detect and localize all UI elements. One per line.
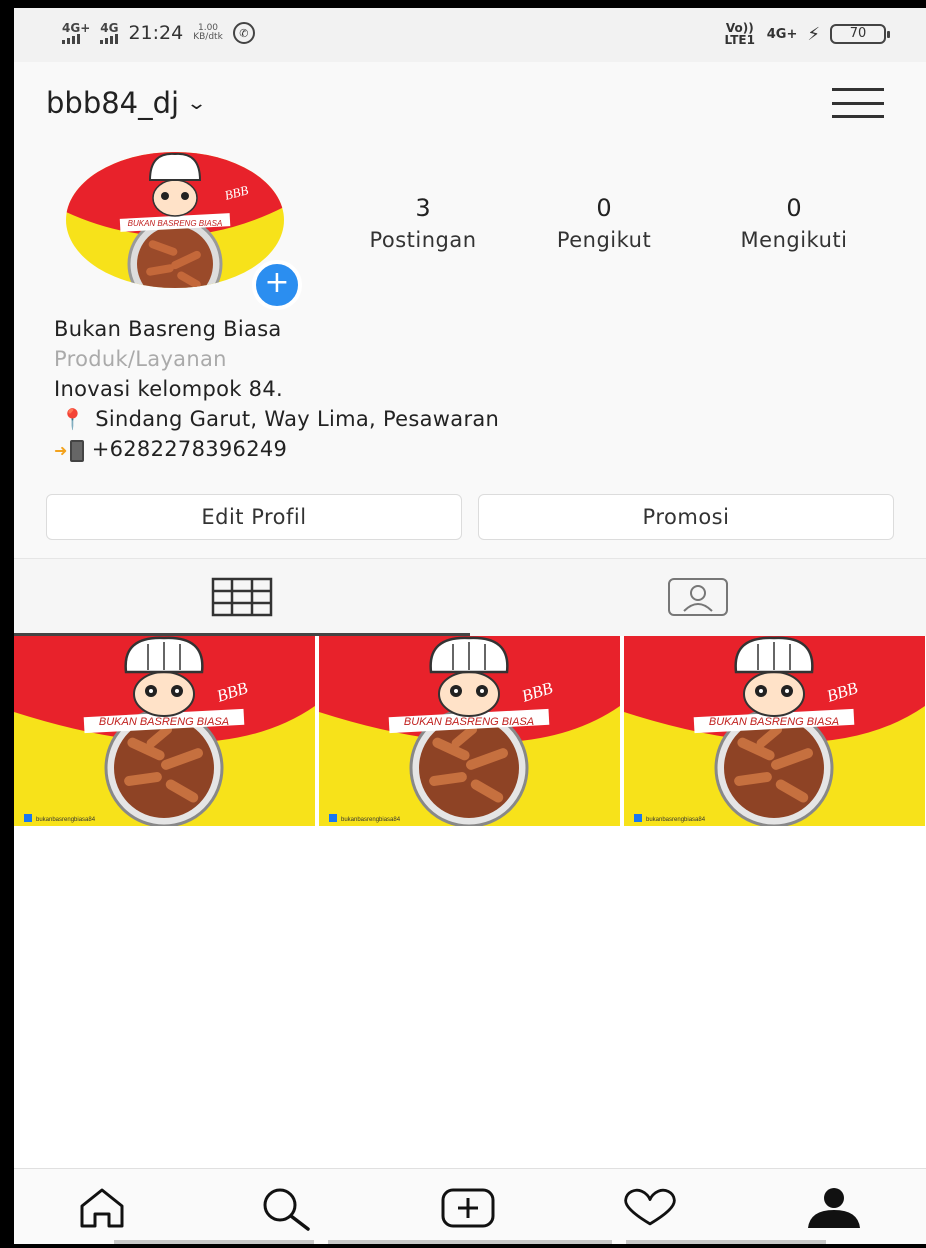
phone-icon: ➜	[54, 436, 84, 466]
post-handle: bukanbasrengbiasa84	[341, 817, 401, 823]
phone-screen: 4G+ 4G 21:24 1.00 KB/dtk ✆ Vo)) LTE1 4G+…	[14, 8, 926, 1244]
net-speed: 1.00 KB/dtk	[193, 24, 223, 42]
profile-name: Bukan Basreng Biasa	[54, 317, 282, 341]
post-image: BUKAN BASRENG BIASA BBB bukanbasrengbias…	[624, 636, 925, 826]
status-right: Vo)) LTE1 4G+ ⚡ 70	[723, 21, 890, 47]
nav-home[interactable]	[74, 1183, 130, 1233]
nav-search[interactable]	[258, 1183, 314, 1233]
post-handle: bukanbasrengbiasa84	[36, 817, 96, 823]
bio-location-line: 📍 Sindang Garut, Way Lima, Pesawaran	[54, 404, 499, 434]
clock: 21:24	[128, 22, 184, 44]
profile-section: BUKAN BASRENG BIASA BBB + 3 Postingan 0 …	[14, 148, 926, 558]
avatar-banner-text: BUKAN BASRENG BIASA	[128, 219, 223, 228]
profile-icon	[808, 1188, 860, 1228]
battery-icon: 70	[830, 24, 890, 44]
avatar-container: BUKAN BASRENG BIASA BBB +	[66, 152, 302, 310]
chevron-down-icon: ⌄	[186, 92, 208, 114]
post-image: BUKAN BASRENG BIASA BBB bukanbasrengbias…	[14, 636, 315, 826]
volte-indicator: Vo)) LTE1	[724, 21, 755, 47]
bio-phone-line: ➜ +6282278396249	[54, 434, 499, 466]
avatar[interactable]: BUKAN BASRENG BIASA BBB	[66, 152, 284, 288]
account-switcher[interactable]: bbb84_dj ⌄	[46, 86, 208, 120]
battery-level: 70	[849, 26, 867, 41]
post-banner-text: BUKAN BASRENG BIASA	[709, 716, 839, 728]
post-thumbnail[interactable]: BUKAN BASRENG BIASA BBB bukanbasrengbias…	[319, 636, 620, 826]
network-type: 4G+	[766, 26, 798, 42]
profile-header: bbb84_dj ⌄	[14, 62, 926, 148]
edit-profile-button[interactable]: Edit Profil	[46, 494, 462, 540]
nav-activity[interactable]	[622, 1183, 678, 1233]
sim1-label: 4G+	[62, 21, 91, 35]
add-story-button[interactable]: +	[252, 260, 302, 310]
posts-count[interactable]: 3 Postingan	[333, 194, 513, 252]
profile-bio: Bukan Basreng Biasa Produk/Layanan Inova…	[54, 314, 499, 466]
add-post-icon	[441, 1188, 495, 1228]
net-speed-unit: KB/dtk	[193, 32, 223, 42]
post-thumbnail[interactable]: BUKAN BASRENG BIASA BBB bukanbasrengbias…	[624, 636, 925, 826]
menu-icon[interactable]	[832, 88, 884, 118]
followers-count[interactable]: 0 Pengikut	[514, 194, 694, 252]
post-thumbnail[interactable]: BUKAN BASRENG BIASA BBB bukanbasrengbias…	[14, 636, 315, 826]
following-count-value: 0	[786, 194, 802, 222]
home-icon	[80, 1188, 124, 1228]
followers-count-label: Pengikut	[556, 228, 652, 252]
tab-grid[interactable]	[14, 559, 470, 635]
tab-tagged[interactable]	[470, 559, 926, 635]
gesture-bar	[114, 1240, 314, 1244]
sim2-label: 4G	[100, 21, 119, 35]
grid-icon	[211, 577, 273, 617]
posts-count-value: 3	[415, 194, 431, 222]
status-bar: 4G+ 4G 21:24 1.00 KB/dtk ✆ Vo)) LTE1 4G+…	[14, 8, 926, 62]
following-count[interactable]: 0 Mengikuti	[704, 194, 884, 252]
signal-icon-2: 4G	[100, 22, 118, 44]
gesture-bar	[626, 1240, 826, 1244]
posts-grid: BUKAN BASRENG BIASA BBB bukanbasrengbias…	[14, 636, 926, 826]
post-handle: bukanbasrengbiasa84	[646, 817, 706, 823]
promote-button[interactable]: Promosi	[478, 494, 894, 540]
status-left: 4G+ 4G 21:24 1.00 KB/dtk ✆	[62, 22, 255, 44]
profile-tabs	[14, 558, 926, 636]
post-image: BUKAN BASRENG BIASA BBB bukanbasrengbias…	[319, 636, 620, 826]
signal-icon: 4G+	[62, 22, 90, 44]
bio-text: Inovasi kelompok 84.	[54, 377, 283, 401]
bottom-navigation	[14, 1168, 926, 1244]
nav-profile[interactable]	[806, 1183, 862, 1233]
tagged-icon	[668, 578, 728, 616]
gesture-bar	[328, 1240, 612, 1244]
pin-icon: 📍	[60, 407, 86, 431]
post-banner-text: BUKAN BASRENG BIASA	[404, 716, 534, 728]
profile-category: Produk/Layanan	[54, 347, 227, 371]
username: bbb84_dj	[46, 86, 180, 120]
charging-icon: ⚡	[807, 23, 820, 45]
bio-phone[interactable]: +6282278396249	[92, 437, 288, 461]
following-count-label: Mengikuti	[740, 228, 848, 252]
post-banner-text: BUKAN BASRENG BIASA	[99, 716, 229, 728]
avatar-image: BUKAN BASRENG BIASA BBB	[66, 152, 284, 288]
posts-count-label: Postingan	[369, 228, 477, 252]
nav-add-post[interactable]	[440, 1183, 496, 1233]
heart-icon	[624, 1188, 676, 1226]
bio-location: Sindang Garut, Way Lima, Pesawaran	[95, 407, 500, 431]
whatsapp-icon: ✆	[232, 22, 255, 44]
followers-count-value: 0	[596, 194, 612, 222]
search-icon	[263, 1188, 310, 1231]
